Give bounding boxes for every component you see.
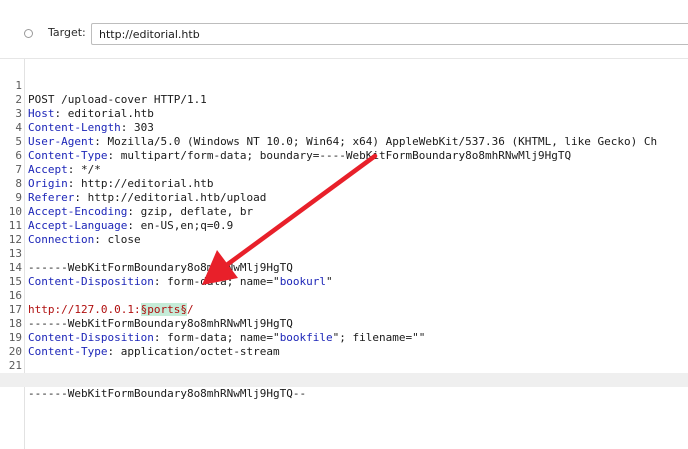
code-line-23-cursor[interactable]: 22 [0,373,688,387]
target-bar: Target: [0,0,688,59]
request-editor[interactable]: 1 POST /upload-cover HTTP/1.1 2 Host: ed… [0,59,688,449]
code-line-6: 6 Accept: */* [0,135,688,176]
code-line-4: 4 User-Agent: Mozilla/5.0 (Windows NT 10… [0,107,688,148]
code-line-8: 8 Referer: http://editorial.htb/upload [0,163,688,204]
code-line-20: 20 [0,331,688,358]
code-line-18: 18 Content-Disposition: form-data; name=… [0,303,688,344]
target-radio-icon[interactable] [24,29,33,38]
code-line-10: 10 Accept-Language: en-US,en;q=0.9 [0,191,688,232]
code-line-2: 2 Host: editorial.htb [0,79,688,120]
code-line-17: 17 ------WebKitFormBoundary8o8mhRNwMlj9H… [0,289,688,330]
code-line-16: 16 http://127.0.0.1:§ports§/ [0,275,688,316]
code-line-1: 1 POST /upload-cover HTTP/1.1 [0,65,688,106]
target-url-input[interactable] [91,23,688,45]
code-line-7: 7 Origin: http://editorial.htb [0,149,688,190]
code-line-9: 9 Accept-Encoding: gzip, deflate, br [0,177,688,218]
code-line-11: 11 Connection: close [0,205,688,246]
code-line-19: 19 Content-Type: application/octet-strea… [0,317,688,358]
target-label: Target: [48,26,86,39]
code-line-15: 15 [0,261,688,288]
code-line-5: 5 Content-Type: multipart/form-data; bou… [0,121,688,162]
closing-boundary: ------WebKitFormBoundary8o8mhRNwMlj9HgTQ… [28,387,307,400]
code-line-3: 3 Content-Length: 303 [0,93,688,134]
code-line-22: 22 ------WebKitFormBoundary8o8mhRNwMlj9H… [0,359,688,400]
code-line-13: 13 ------WebKitFormBoundary8o8mhRNwMlj9H… [0,233,688,274]
code-line-14: 14 Content-Disposition: form-data; name=… [0,247,688,288]
code-line-12: 12 [0,219,688,246]
code-line-21: 21 [0,345,688,372]
